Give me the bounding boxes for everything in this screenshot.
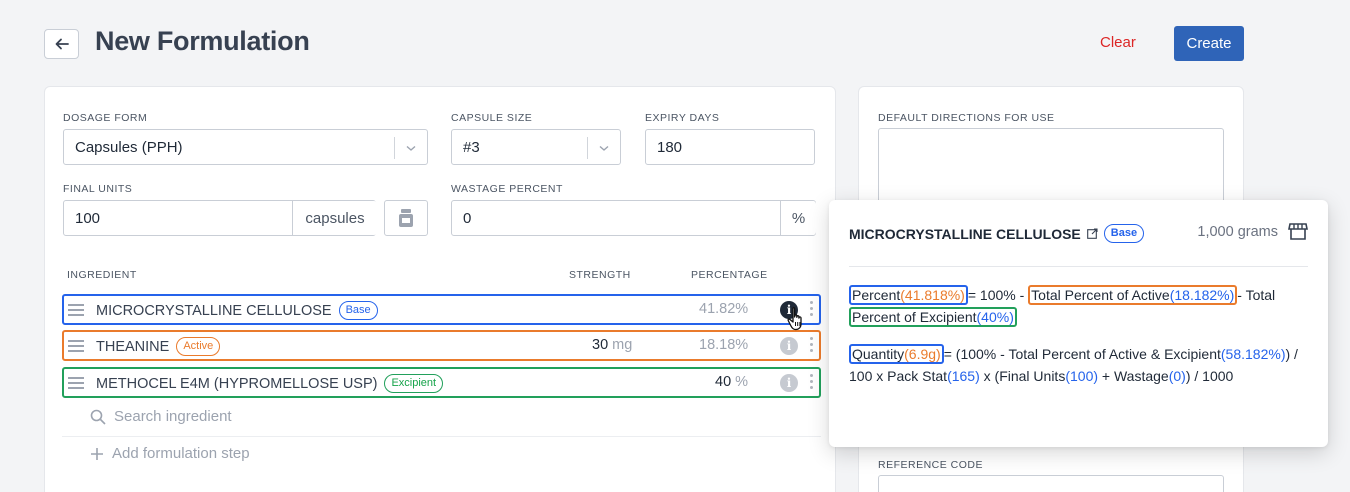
store-icon bbox=[1288, 223, 1308, 240]
more-vertical-icon[interactable] bbox=[810, 337, 814, 355]
ingredient-header: INGREDIENT bbox=[67, 269, 137, 281]
drag-handle-icon[interactable] bbox=[68, 304, 84, 316]
percentage-header: PERCENTAGE bbox=[691, 269, 768, 281]
clear-button[interactable]: Clear bbox=[1100, 34, 1136, 51]
pack-stat-button[interactable] bbox=[384, 200, 428, 236]
wastage-percent-label: WASTAGE PERCENT bbox=[451, 183, 563, 195]
final-units-suffix: capsules bbox=[292, 201, 377, 235]
more-vertical-icon[interactable] bbox=[810, 374, 814, 392]
reference-code-label: REFERENCE CODE bbox=[878, 459, 984, 471]
percent-suffix: % bbox=[780, 201, 816, 235]
ingredient-row[interactable]: METHOCEL E4M (HYPROMELLOSE USP) Excipien… bbox=[62, 367, 821, 398]
active-badge: Active bbox=[176, 337, 221, 356]
final-units-label: FINAL UNITS bbox=[63, 183, 133, 195]
dosage-form-value: Capsules (PPH) bbox=[75, 138, 183, 156]
add-formulation-step-button[interactable]: Add formulation step bbox=[90, 445, 250, 462]
strength-header: STRENGTH bbox=[569, 269, 631, 281]
dosage-form-select[interactable]: Capsules (PPH) bbox=[63, 129, 428, 165]
back-button[interactable] bbox=[44, 29, 79, 59]
info-icon[interactable]: i bbox=[780, 337, 798, 355]
expiry-days-label: EXPIRY DAYS bbox=[645, 112, 720, 124]
capsule-size-label: CAPSULE SIZE bbox=[451, 112, 533, 124]
capsule-size-select[interactable]: #3 bbox=[451, 129, 621, 165]
popover-title: MICROCRYSTALLINE CELLULOSE bbox=[849, 225, 1081, 242]
ingredient-percentage: 18.18% bbox=[699, 337, 749, 353]
quantity-formula: Quantity(6.9g) = (100% - Total Percent of… bbox=[849, 344, 1298, 384]
final-units-input[interactable]: 100 capsules bbox=[63, 200, 377, 236]
percent-formula: Percent(41.818%) = 100% - Total Percent o… bbox=[849, 284, 1311, 328]
bottle-icon bbox=[399, 209, 413, 227]
more-vertical-icon[interactable] bbox=[810, 301, 814, 319]
ingredient-row[interactable]: THEANINE Active 30 mg 18.18% i bbox=[62, 330, 821, 361]
chevron-down-icon bbox=[599, 145, 609, 151]
wastage-percent-input[interactable]: 0 % bbox=[451, 200, 816, 236]
divider bbox=[62, 436, 821, 437]
search-ingredient[interactable]: Search ingredient bbox=[90, 408, 232, 425]
dosage-form-label: DOSAGE FORM bbox=[63, 112, 148, 124]
ingredient-strength[interactable]: 40 % bbox=[715, 374, 748, 390]
base-badge: Base bbox=[338, 301, 378, 320]
external-link-icon[interactable] bbox=[1086, 228, 1098, 239]
drag-handle-icon[interactable] bbox=[68, 340, 84, 352]
search-ingredient-placeholder: Search ingredient bbox=[114, 408, 232, 425]
drag-handle-icon[interactable] bbox=[68, 377, 84, 389]
plus-icon bbox=[91, 447, 103, 460]
expiry-days-input[interactable]: 180 bbox=[645, 129, 815, 165]
base-badge: Base bbox=[1103, 224, 1145, 243]
chevron-down-icon bbox=[406, 145, 416, 151]
ingredient-strength[interactable]: 30 mg bbox=[592, 337, 632, 353]
expiry-days-value: 180 bbox=[657, 138, 683, 156]
page-title: New Formulation bbox=[95, 26, 310, 56]
ingredient-info-popover: MICROCRYSTALLINE CELLULOSE Base 1,000 gr… bbox=[829, 200, 1328, 447]
wastage-percent-value: 0 bbox=[463, 209, 472, 227]
capsule-size-value: #3 bbox=[463, 138, 480, 156]
directions-textarea[interactable] bbox=[878, 128, 1224, 204]
popover-amount: 1,000 grams bbox=[1197, 224, 1278, 240]
excipient-badge: Excipient bbox=[384, 374, 444, 393]
directions-label: DEFAULT DIRECTIONS FOR USE bbox=[878, 112, 1055, 124]
info-icon[interactable]: i bbox=[780, 374, 798, 392]
reference-code-input[interactable] bbox=[878, 475, 1224, 492]
hand-cursor-icon bbox=[787, 307, 802, 331]
ingredient-name: METHOCEL E4M (HYPROMELLOSE USP) bbox=[96, 375, 378, 392]
add-step-label: Add formulation step bbox=[112, 445, 250, 462]
ingredient-percentage: 41.82% bbox=[699, 301, 749, 317]
final-units-value: 100 bbox=[75, 209, 101, 227]
ingredient-name: THEANINE bbox=[96, 338, 170, 355]
search-icon bbox=[90, 409, 106, 425]
ingredient-row[interactable]: MICROCRYSTALLINE CELLULOSE Base 41.82% i bbox=[62, 294, 821, 325]
arrow-left-icon bbox=[55, 38, 69, 50]
ingredient-name: MICROCRYSTALLINE CELLULOSE bbox=[96, 302, 332, 319]
create-button[interactable]: Create bbox=[1174, 26, 1244, 61]
